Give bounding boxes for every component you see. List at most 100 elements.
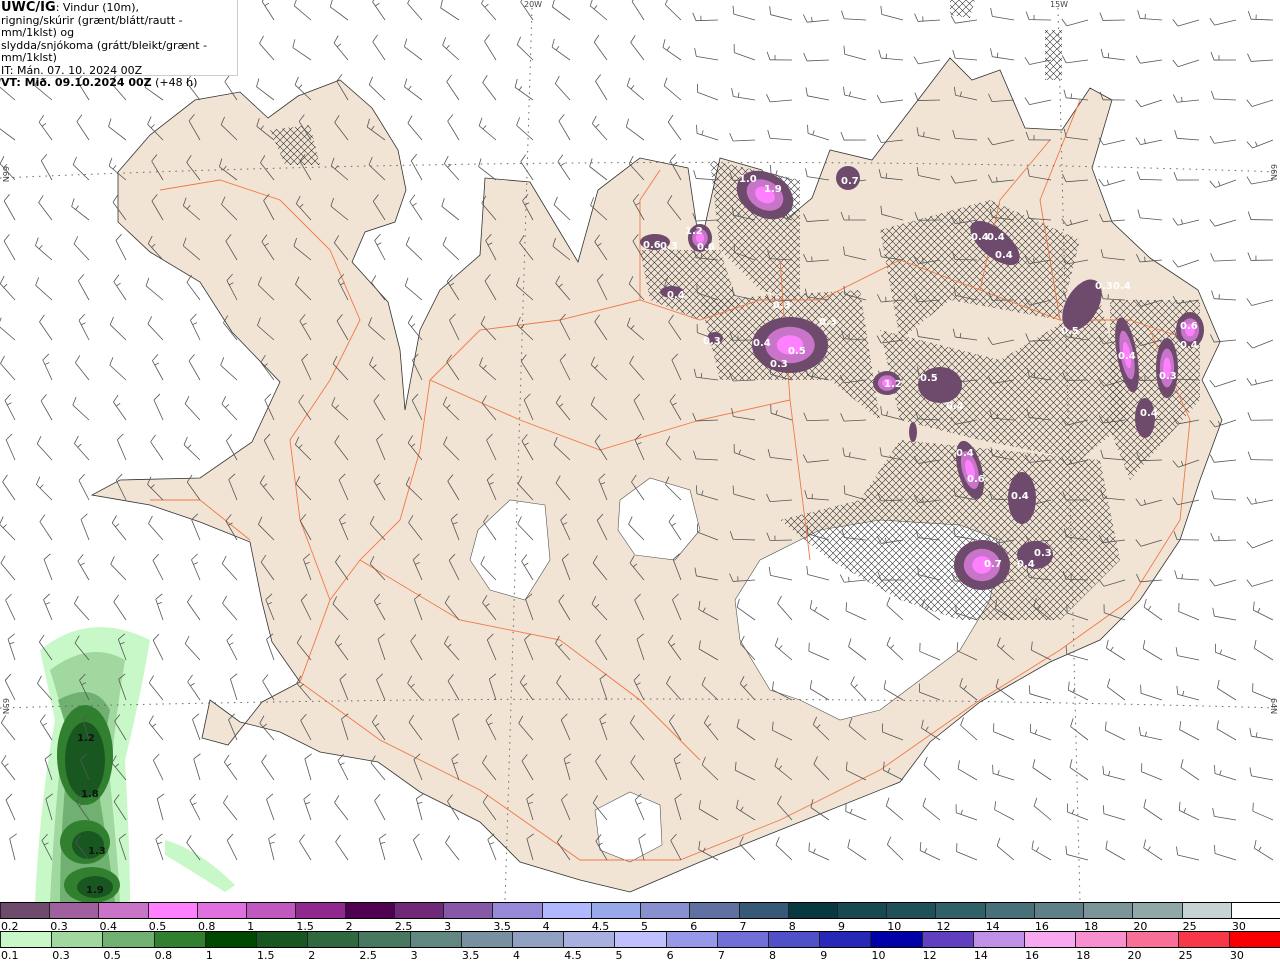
legend-label: 4 [512,948,563,963]
snow-value-label: 0.3 [770,359,788,370]
legend-swatch [563,932,614,947]
legend-swatch [768,932,819,947]
legend-label: 30 [1229,948,1280,963]
legend-label: 6 [666,948,717,963]
legend-swatch [49,903,98,918]
snow-value-label: 0.4 [667,290,685,301]
legend-label: 4.5 [563,948,614,963]
legend-swatch [246,903,295,918]
legend-swatch [886,903,935,918]
description-line2: rigning/skúrir (grænt/blátt/rautt - mm/1… [1,15,237,40]
legend-swatch [1034,903,1083,918]
legend-swatch [410,932,461,947]
legend-swatch [1229,932,1280,947]
legend-label: 7 [717,948,768,963]
snow-value-label: 1.2 [685,226,703,237]
snow-value-label: 0.4 [946,401,964,412]
model-name: UWC/IG [1,0,56,15]
legend-swatch [358,932,409,947]
legend-label: 1.5 [256,948,307,963]
legend-swatch [739,903,788,918]
legend-swatch [1075,932,1126,947]
snow-value-label: 0.4 [987,232,1005,243]
legend-swatch [1024,932,1075,947]
legend-label: 10 [870,948,921,963]
legend-label: 5 [614,948,665,963]
lat-label-66n-right: 66N [1269,164,1278,180]
legend-label: 3.5 [461,948,512,963]
snow-value-label: 1.0 [739,174,757,185]
legend-label: 2 [307,948,358,963]
weather-map: 20W 15W 66N 66N 65N 64N 1.01.90.71.20.60… [0,0,1280,902]
legend-swatch [98,903,147,918]
legend-label: 0.3 [51,948,102,963]
legend-label: 9 [819,948,870,963]
snow-value-label: 0.5 [1061,326,1079,337]
snow-value-label: 0.3 [703,336,721,347]
snow-value-label: 0.4 [1113,281,1131,292]
snow-value-label: 1.9 [764,184,782,195]
legend-swatch [689,903,738,918]
snow-value-label: 0.6 [643,240,661,251]
legend-swatch [394,903,443,918]
legend-label: 20 [1126,948,1177,963]
legend-swatch [837,903,886,918]
snow-value-label: 0.4 [1017,559,1035,570]
legend-swatch [922,932,973,947]
legend-swatch [935,903,984,918]
legend-label: 0.8 [154,948,205,963]
rain-value-label: 1.2 [77,733,95,744]
legend-label: 2.5 [358,948,409,963]
legend-label: 25 [1178,948,1229,963]
legend-swatch [1126,932,1177,947]
legend-swatch [307,932,358,947]
legend-label: 0.5 [102,948,153,963]
legend-swatch [870,932,921,947]
legend-swatch [1231,903,1280,918]
snow-value-label: 0.3 [1034,548,1052,559]
legend-swatch [102,932,153,947]
rain-color-legend: 0.10.30.50.811.522.533.544.5567891012141… [0,931,1280,963]
snow-precip-cell [1156,338,1178,398]
legend-label: 16 [1024,948,1075,963]
lon-label-20w: 20W [524,0,542,9]
rain-value-label: 1.8 [81,789,99,800]
snow-value-label: 0.4 [753,338,771,349]
legend-swatch [1083,903,1132,918]
legend-swatch [461,932,512,947]
snow-value-label: 0.4 [1118,351,1136,362]
snow-color-legend: 0.20.30.40.50.811.522.533.544.5567891012… [0,902,1280,934]
legend-swatch [717,932,768,947]
legend-swatch [0,932,51,947]
legend-label: 0.1 [0,948,51,963]
legend-swatch [985,903,1034,918]
legend-swatch [0,903,49,918]
legend-swatch [154,932,205,947]
snow-value-label: 0.4 [1011,491,1029,502]
snow-value-label: 0.6 [967,474,985,485]
description-line3: slydda/snjókoma (grátt/bleikt/grænt - mm… [1,40,237,65]
legend-label: 8 [768,948,819,963]
snow-value-label: 0.5 [920,373,938,384]
legend-swatch [148,903,197,918]
snow-value-label: 0.6 [697,242,715,253]
legend-swatch [640,903,689,918]
snow-value-label: 0.3 [773,300,791,311]
snow-value-label: 0.3 [1095,281,1113,292]
lat-label-64n-right: 64N [1269,698,1278,714]
rain-value-label: 1.3 [88,846,106,857]
valid-time: VT: Mið. 09.10.2024 00Z [1,76,152,89]
legend-swatch [492,903,541,918]
description-line1: : Vindur (10m), [56,1,139,14]
lon-label-15w: 15W [1050,0,1068,9]
legend-swatch [1178,932,1229,947]
legend-swatch [197,903,246,918]
snow-value-label: 0.4 [995,250,1013,261]
snow-value-label: 0.3 [819,317,837,328]
snow-value-label: 0.4 [1140,408,1158,419]
snow-value-label: 0.7 [841,176,859,187]
snow-value-label: 0.5 [788,346,806,357]
snow-value-label: 1.2 [884,379,902,390]
snow-precip-cell [909,422,917,442]
legend-label: 12 [922,948,973,963]
